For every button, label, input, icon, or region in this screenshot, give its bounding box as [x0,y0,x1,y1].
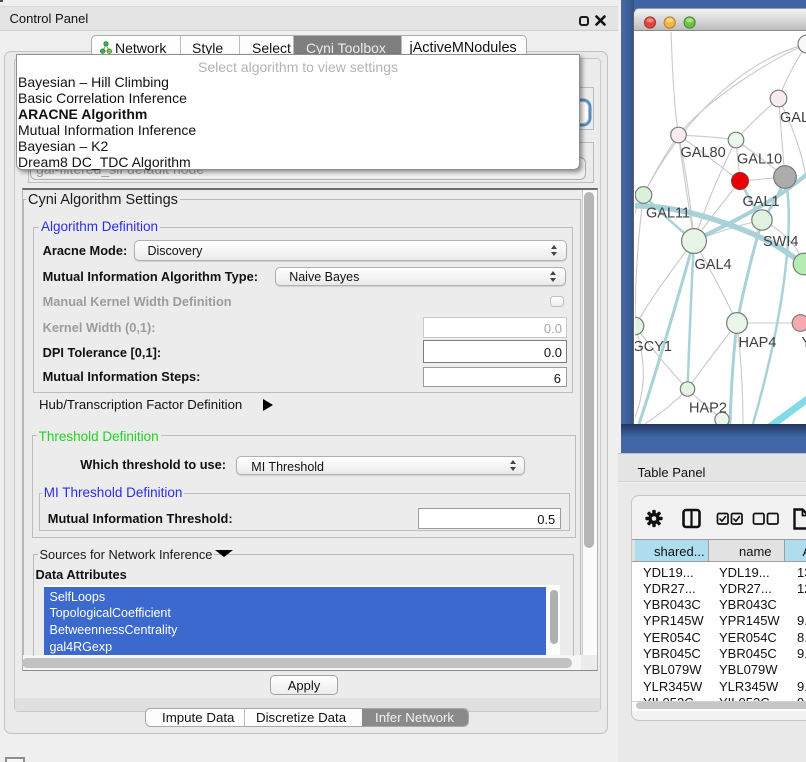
svg-text:GCY1: GCY1 [635,339,672,355]
svg-text:GAL11: GAL11 [646,206,690,222]
svg-text:HAP4: HAP4 [739,335,777,351]
svg-text:HAP2: HAP2 [689,401,727,417]
svg-text:GAL4: GAL4 [695,257,732,273]
svg-text:SWI4: SWI4 [763,234,798,250]
svg-text:GAL80: GAL80 [681,145,726,161]
svg-text:Y: Y [802,335,806,351]
svg-text:GAL2: GAL2 [780,110,806,126]
svg-text:GAL10: GAL10 [737,152,782,168]
svg-text:GAL1: GAL1 [743,194,780,210]
